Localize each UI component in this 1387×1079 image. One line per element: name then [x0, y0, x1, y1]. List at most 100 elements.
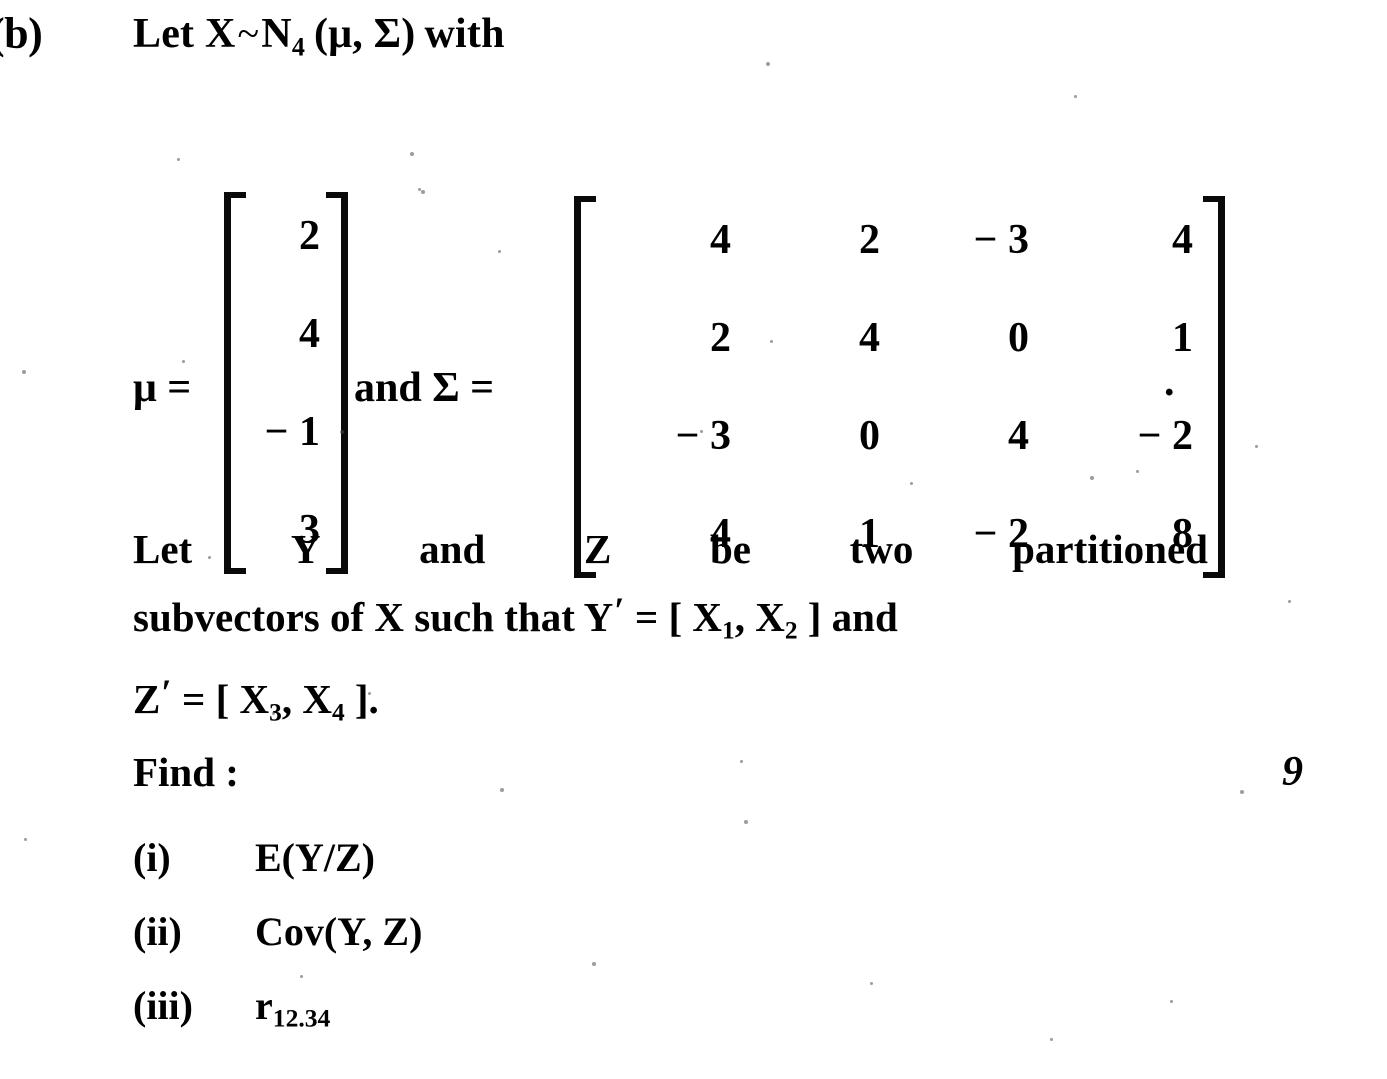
- matrix-cell: 4: [710, 217, 731, 263]
- scan-speckle: [421, 190, 425, 194]
- scan-speckle: [1240, 790, 1244, 794]
- scan-speckle: [410, 152, 414, 156]
- paragraph-word: and: [419, 526, 486, 572]
- matrix-cell: 4: [299, 311, 320, 357]
- mu-label: μ =: [133, 365, 192, 411]
- matrix-cell: 1: [1172, 315, 1193, 361]
- list-item: (iii) r12.34: [133, 982, 330, 1034]
- list-item-text: E(Y/Z): [255, 835, 375, 880]
- list-item-number: (iii): [133, 983, 193, 1028]
- scan-speckle: [1136, 470, 1139, 473]
- marks-allocation: 9: [1282, 749, 1303, 795]
- list-item-number: (i): [133, 835, 171, 880]
- question-label: (b): [0, 9, 43, 58]
- scan-speckle: [418, 188, 421, 191]
- matrix-cell: − 2: [1137, 413, 1193, 459]
- scan-speckle: [744, 820, 748, 824]
- matrix-cell: 0: [859, 413, 880, 459]
- scan-speckle: [1074, 95, 1077, 98]
- scan-speckle: [500, 788, 504, 792]
- scan-speckle: [22, 370, 26, 374]
- scan-speckle: [498, 250, 501, 253]
- scan-speckle: [1170, 1000, 1173, 1003]
- mu-vector-body: 2 4 − 1 3: [246, 192, 326, 574]
- line3-after: ].: [354, 675, 379, 722]
- scan-speckle: [1050, 1038, 1053, 1041]
- matrix-cell: 4: [1008, 413, 1029, 459]
- scan-speckle: [24, 838, 27, 841]
- stem-suffix: with: [424, 11, 505, 57]
- paragraph-line-1: Let Y and Z be two partitioned: [133, 518, 1208, 580]
- list-item-text: r: [255, 983, 273, 1028]
- scan-speckle: [592, 962, 596, 966]
- table-row: 2 4 0 1: [596, 308, 1203, 368]
- mu-vector-matrix: 2 4 − 1 3: [224, 192, 348, 574]
- line2-mid: , X: [734, 594, 785, 641]
- paragraph-line-2: subvectors of X such that Y′ = [ X1, X2 …: [133, 580, 1213, 662]
- table-row: 4 2 − 3 4: [596, 210, 1203, 270]
- scan-speckle: [770, 340, 773, 343]
- line3-prime: ′: [161, 671, 172, 713]
- line3-eq: = [ X: [182, 675, 270, 722]
- matrix-cell: 2: [710, 315, 731, 361]
- line2-subscript-2: 2: [784, 616, 798, 645]
- paragraph-word: Let: [133, 526, 193, 572]
- list-item: (i) E(Y/Z): [133, 834, 375, 881]
- line2-before: subvectors of X such that Y: [133, 594, 614, 641]
- matrix-cell: 0: [1008, 315, 1029, 361]
- list-item-text: Cov(Y, Z): [255, 909, 423, 954]
- scan-speckle: [300, 975, 303, 978]
- scan-speckle: [1255, 445, 1258, 448]
- scan-speckle: [1288, 600, 1291, 603]
- list-item: (ii) Cov(Y, Z): [133, 908, 422, 955]
- matrix-row: 2: [246, 206, 326, 266]
- line2-prime: ′: [614, 590, 625, 631]
- equation-region: μ = 2 4 − 1 3 and Σ = 4 2 − 3 4 2 4 0 1 …: [0, 92, 1387, 578]
- matrix-cell: − 3: [973, 217, 1029, 263]
- line2-subscript-1: 1: [722, 616, 735, 645]
- matrix-cell: 2: [299, 213, 320, 259]
- stem-distribution-subscript: 4: [291, 32, 306, 62]
- distributed-as-tilde: ~: [237, 11, 260, 56]
- matrix-cell: − 1: [264, 409, 320, 455]
- line3-mid: , X: [281, 675, 332, 722]
- find-label: Find :: [133, 749, 239, 795]
- line3-subscript-2: 4: [331, 698, 345, 727]
- paragraph-word: partitioned: [1012, 526, 1208, 572]
- scan-speckle: [182, 360, 185, 363]
- table-row: − 3 0 4 − 2: [596, 406, 1203, 466]
- and-sigma-connector: and Σ =: [354, 365, 495, 411]
- scan-speckle: [766, 62, 770, 66]
- scan-speckle: [340, 430, 344, 434]
- paragraph-word: be: [709, 526, 751, 572]
- line3-var: Z: [133, 675, 161, 722]
- trailing-period: .: [1164, 359, 1175, 405]
- line2-after: ] and: [807, 594, 898, 641]
- matrix-cell: 4: [859, 315, 880, 361]
- matrix-row: − 1: [246, 402, 326, 462]
- paragraph-word: Y: [290, 526, 321, 572]
- scan-speckle: [208, 556, 211, 559]
- stem-distribution: N: [261, 11, 292, 57]
- paragraph-word: two: [849, 526, 914, 572]
- matrix-cell: − 3: [675, 413, 731, 459]
- scan-speckle: [368, 692, 371, 695]
- scan-speckle: [1090, 476, 1094, 480]
- stem-prefix: Let X: [133, 11, 236, 57]
- list-item-number: (ii): [133, 909, 182, 954]
- question-stem: Let X~N4 (μ, Σ) with: [133, 10, 505, 62]
- body-paragraph: Let Y and Z be two partitioned subvector…: [133, 518, 1213, 743]
- matrix-cell: 2: [859, 217, 880, 263]
- scan-speckle: [700, 430, 703, 433]
- scan-speckle: [272, 712, 275, 715]
- left-bracket-mu: [224, 192, 246, 574]
- right-bracket-mu: [326, 192, 348, 574]
- list-item-subscript: 12.34: [272, 1003, 331, 1033]
- matrix-row: 4: [246, 304, 326, 364]
- paragraph-line-3: Z′ = [ X3, X4 ].: [133, 662, 1213, 744]
- scan-speckle: [177, 158, 180, 161]
- scan-speckle: [910, 482, 913, 485]
- line2-eq: = [ X: [634, 594, 722, 641]
- matrix-cell: 4: [1172, 217, 1193, 263]
- scanned-page: (b) Let X~N4(μ, Σ)with μ = 2 4 − 1 3: [0, 0, 1387, 1079]
